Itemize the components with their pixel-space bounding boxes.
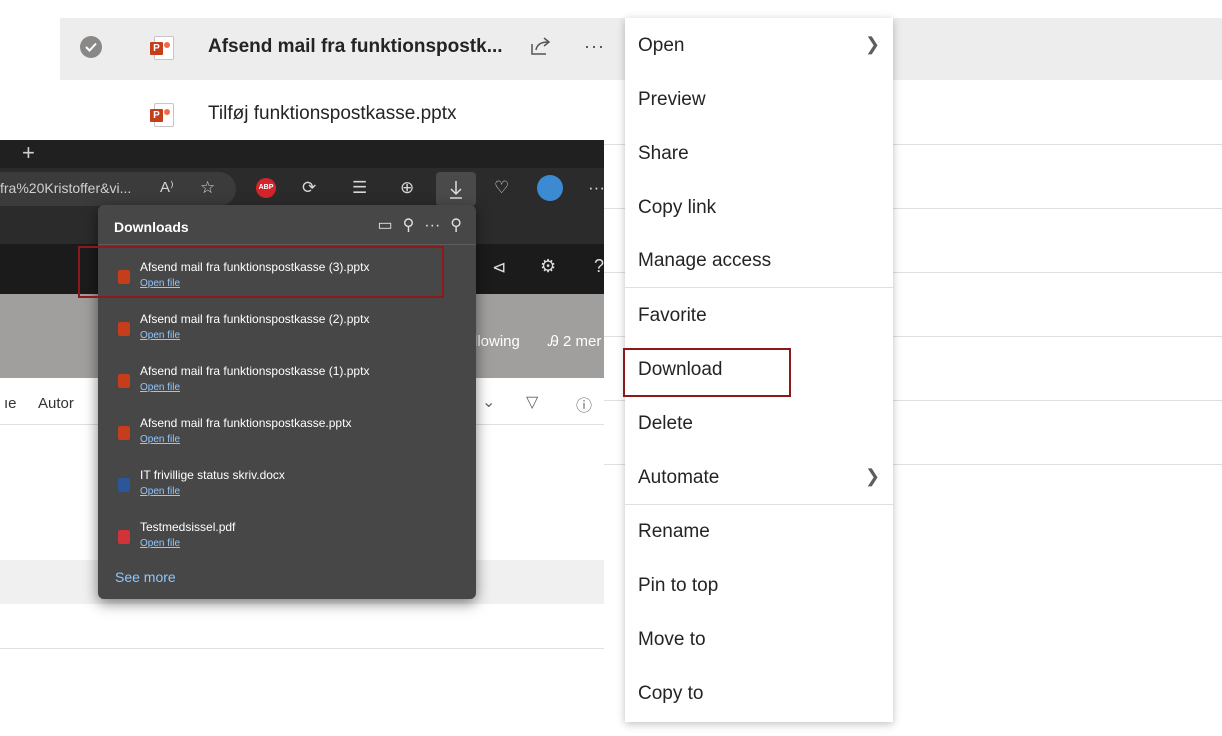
more-options-icon[interactable]: ··· bbox=[584, 36, 605, 57]
browser-menu-icon[interactable]: ··· bbox=[588, 178, 605, 198]
downloads-button[interactable] bbox=[436, 172, 476, 206]
divider bbox=[98, 244, 476, 245]
search-icon[interactable]: ⚲ bbox=[403, 217, 415, 234]
pptx-file-icon bbox=[118, 426, 130, 440]
command-automate[interactable]: Autor bbox=[38, 395, 74, 412]
open-file-link[interactable]: Open file bbox=[140, 538, 180, 549]
profile-avatar[interactable] bbox=[537, 175, 563, 201]
members-label[interactable]: Ꭿ 2 mer bbox=[548, 333, 601, 350]
powerpoint-file-icon: P bbox=[150, 103, 174, 127]
more-icon[interactable]: ··· bbox=[424, 217, 440, 234]
menu-item-open[interactable]: Open bbox=[638, 35, 684, 57]
file-name-selected[interactable]: Afsend mail fra funktionspostk... bbox=[208, 36, 503, 58]
help-icon[interactable]: ? bbox=[594, 256, 604, 277]
collections-icon[interactable]: ⊕ bbox=[400, 178, 414, 198]
downloads-toolbar: ▭ ⚲ ··· ⚲ bbox=[367, 215, 462, 235]
menu-item-favorite[interactable]: Favorite bbox=[638, 305, 707, 327]
download-item[interactable]: Testmedsissel.pdf Open file bbox=[98, 516, 476, 564]
new-tab-icon[interactable]: + bbox=[22, 140, 35, 166]
menu-item-copy-to[interactable]: Copy to bbox=[638, 683, 703, 705]
download-item[interactable]: Afsend mail fra funktionspostkasse (2).p… bbox=[98, 308, 476, 356]
pptx-file-icon bbox=[118, 374, 130, 388]
download-item[interactable]: Afsend mail fra funktionspostkasse (1).p… bbox=[98, 360, 476, 408]
heart-pulse-icon[interactable]: ♡ bbox=[494, 178, 509, 198]
menu-divider bbox=[625, 287, 893, 288]
menu-item-rename[interactable]: Rename bbox=[638, 521, 710, 543]
pin-icon[interactable]: ⚲ bbox=[450, 217, 462, 234]
download-file-name: Afsend mail fra funktionspostkasse.pptx bbox=[140, 416, 352, 430]
download-item[interactable]: IT frivillige status skriv.docx Open fil… bbox=[98, 464, 476, 512]
downloads-title: Downloads bbox=[114, 219, 189, 235]
menu-item-move-to[interactable]: Move to bbox=[638, 629, 706, 651]
chevron-down-icon[interactable]: ⌄ bbox=[482, 392, 495, 412]
adblock-icon[interactable]: ABP bbox=[256, 178, 276, 198]
powerpoint-file-icon: P bbox=[150, 36, 174, 60]
pptx-file-icon bbox=[118, 322, 130, 336]
open-file-link[interactable]: Open file bbox=[140, 330, 180, 341]
highlight-box bbox=[78, 246, 444, 298]
command-partial[interactable]: ıe bbox=[4, 395, 17, 412]
download-arrow-icon bbox=[450, 181, 462, 199]
open-folder-icon[interactable]: ▭ bbox=[377, 217, 392, 234]
settings-gear-icon[interactable]: ⚙ bbox=[540, 256, 556, 277]
chevron-right-icon: ❯ bbox=[865, 34, 881, 54]
see-more-link[interactable]: See more bbox=[115, 569, 176, 585]
menu-item-delete[interactable]: Delete bbox=[638, 413, 693, 435]
following-label[interactable]: llowing bbox=[474, 333, 520, 350]
download-file-name: IT frivillige status skriv.docx bbox=[140, 468, 285, 482]
open-file-link[interactable]: Open file bbox=[140, 434, 180, 445]
download-file-name: Afsend mail fra funktionspostkasse (2).p… bbox=[140, 312, 370, 326]
open-file-link[interactable]: Open file bbox=[140, 382, 180, 393]
extensions-icon[interactable]: ⟳ bbox=[302, 178, 316, 198]
menu-item-pin-to-top[interactable]: Pin to top bbox=[638, 575, 718, 597]
row-checkmark-icon[interactable] bbox=[80, 36, 102, 58]
share-icon[interactable] bbox=[530, 36, 552, 61]
favorites-list-icon[interactable]: ☰ bbox=[352, 178, 367, 198]
download-file-name: Afsend mail fra funktionspostkasse (1).p… bbox=[140, 364, 370, 378]
favorite-star-icon[interactable]: ☆ bbox=[200, 178, 215, 198]
highlight-box bbox=[623, 348, 791, 397]
info-icon[interactable]: ⓘ bbox=[576, 392, 592, 416]
row-divider bbox=[0, 648, 604, 649]
pdf-file-icon bbox=[118, 530, 130, 544]
address-bar-url[interactable]: fra%20Kristoffer&vi... bbox=[0, 180, 131, 196]
browser-tab-strip bbox=[0, 140, 604, 168]
open-file-link[interactable]: Open file bbox=[140, 486, 180, 497]
menu-item-copy-link[interactable]: Copy link bbox=[638, 197, 716, 219]
read-aloud-icon[interactable]: A⁾ bbox=[160, 178, 174, 196]
menu-item-manage-access[interactable]: Manage access bbox=[638, 250, 771, 272]
menu-item-share[interactable]: Share bbox=[638, 143, 689, 165]
file-name[interactable]: Tilføj funktionspostkasse.pptx bbox=[208, 103, 457, 125]
chevron-right-icon: ❯ bbox=[865, 466, 881, 486]
docx-file-icon bbox=[118, 478, 130, 492]
download-file-name: Testmedsissel.pdf bbox=[140, 520, 236, 534]
filter-icon[interactable]: ▽ bbox=[526, 392, 538, 412]
megaphone-icon[interactable]: ⊲ bbox=[492, 258, 506, 278]
menu-divider bbox=[625, 504, 893, 505]
download-item[interactable]: Afsend mail fra funktionspostkasse.pptx … bbox=[98, 412, 476, 460]
menu-item-preview[interactable]: Preview bbox=[638, 89, 706, 111]
menu-item-automate[interactable]: Automate bbox=[638, 467, 719, 489]
